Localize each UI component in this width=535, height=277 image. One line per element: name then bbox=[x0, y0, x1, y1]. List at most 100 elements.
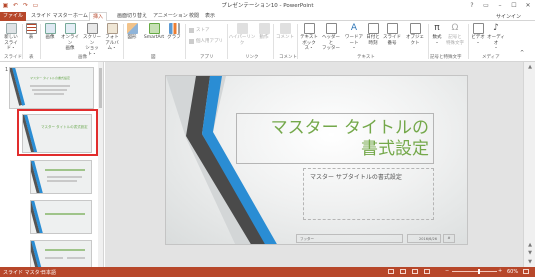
tab-view[interactable]: 表示 bbox=[202, 12, 218, 21]
thumbnail-master[interactable]: マスター タイトルの書式設定 bbox=[9, 67, 94, 109]
scroll-down-arrow-icon[interactable]: ▼ bbox=[526, 259, 534, 265]
chart-icon bbox=[168, 23, 180, 34]
slide-number-icon bbox=[386, 23, 398, 34]
store-button[interactable]: ストア bbox=[189, 27, 210, 33]
thumbnail-layout-3[interactable] bbox=[30, 200, 92, 234]
date-placeholder[interactable]: 2016/6/26 bbox=[407, 234, 441, 243]
picture-icon bbox=[44, 23, 56, 34]
group-label-text: テキスト bbox=[357, 55, 375, 60]
window-controls: ? ▭ – ☐ ✕ bbox=[465, 0, 535, 10]
tab-transitions[interactable]: 画面切り替え bbox=[114, 12, 150, 21]
thumbnail-selection-outline bbox=[17, 109, 98, 156]
master-title-placeholder[interactable]: マスター タイトルの 書式設定 bbox=[236, 113, 434, 164]
zoom-out-button[interactable]: − bbox=[445, 268, 449, 274]
wordart-icon: A bbox=[348, 23, 360, 34]
collapse-ribbon-icon[interactable]: ^ bbox=[520, 50, 524, 57]
maximize-button[interactable]: ☐ bbox=[507, 0, 521, 10]
signin-link[interactable]: サインイン bbox=[496, 13, 521, 20]
my-apps-button[interactable]: 個人用アプリ bbox=[189, 38, 223, 44]
thumbnail-layout-2[interactable] bbox=[30, 160, 92, 194]
zoom-level[interactable]: 60% bbox=[507, 269, 518, 275]
table-button[interactable]: 表 bbox=[25, 23, 37, 41]
slide-number-button[interactable]: スライド番号 bbox=[381, 23, 403, 46]
ribbon: 新しい スライド・ 表 画像 オンライン 画像 スクリーン ショット・ フォト … bbox=[0, 21, 535, 62]
group-label-apps: アプリ bbox=[200, 55, 214, 60]
group-label-images: 画像 bbox=[78, 55, 87, 60]
header-footer-icon bbox=[325, 23, 337, 34]
my-apps-icon bbox=[189, 38, 194, 44]
group-label-tables: 表 bbox=[29, 55, 34, 60]
screenshot-button[interactable]: スクリーン ショット・ bbox=[82, 23, 102, 57]
video-button[interactable]: ビデオ ・ bbox=[471, 23, 485, 46]
ribbon-tabs: ファイル スライド マスター ホーム 挿入 画面切り替え アニメーション 校閲 … bbox=[0, 11, 535, 22]
symbol-button[interactable]: Ω 記号と 特殊文字 bbox=[445, 23, 465, 46]
slide-sorter-icon[interactable] bbox=[400, 269, 406, 274]
slide-canvas[interactable]: マスター タイトルの 書式設定 マスター サブタイトルの書式設定 フッター 20… bbox=[165, 75, 468, 245]
object-icon bbox=[409, 23, 421, 34]
editor-scrollbar[interactable]: ▲ ▲ ▼ ▼ bbox=[523, 62, 535, 267]
photo-album-button[interactable]: フォト アルバム・ bbox=[103, 23, 121, 52]
tab-review[interactable]: 校閲 bbox=[186, 12, 202, 21]
ribbon-display-button[interactable]: ▭ bbox=[479, 0, 493, 10]
zoom-slider-knob[interactable] bbox=[478, 269, 480, 274]
online-image-button[interactable]: オンライン 画像 bbox=[59, 23, 81, 52]
equation-button[interactable]: π 数式 ・ bbox=[430, 23, 444, 46]
store-icon bbox=[189, 27, 194, 33]
smartart-icon bbox=[148, 23, 160, 34]
group-label-comments: コメント bbox=[279, 55, 297, 60]
photo-album-icon bbox=[106, 23, 118, 34]
header-footer-button[interactable]: ヘッダーと フッター bbox=[320, 23, 342, 52]
tab-file[interactable]: ファイル bbox=[0, 12, 27, 21]
zoom-in-button[interactable]: + bbox=[498, 268, 502, 274]
zoom-slider[interactable] bbox=[452, 271, 497, 272]
audio-button[interactable]: ♪ オーディオ ・ bbox=[486, 23, 506, 52]
close-button[interactable]: ✕ bbox=[521, 0, 535, 10]
language-indicator[interactable]: 日本語 bbox=[41, 269, 56, 276]
minimize-button[interactable]: – bbox=[493, 0, 507, 10]
master-title-text[interactable]: マスター タイトルの 書式設定 bbox=[237, 118, 433, 160]
slide-number-placeholder[interactable]: # bbox=[443, 234, 455, 243]
screenshot-icon bbox=[86, 23, 98, 34]
wordart-button[interactable]: A ワードアート ・ bbox=[343, 23, 365, 52]
tab-slide-master[interactable]: スライド マスター bbox=[28, 12, 76, 21]
scroll-prev-slide-icon[interactable]: ▲ bbox=[526, 242, 534, 248]
scroll-next-slide-icon[interactable]: ▼ bbox=[526, 250, 534, 256]
view-indicator: スライド マスター bbox=[3, 270, 45, 276]
comment-button[interactable]: コメント bbox=[276, 23, 294, 41]
fit-slide-icon[interactable] bbox=[523, 269, 529, 274]
thumbnail-number: 1 bbox=[5, 67, 9, 73]
normal-view-icon[interactable] bbox=[388, 269, 394, 274]
object-button[interactable]: オブジェクト bbox=[404, 23, 426, 46]
new-slide-icon bbox=[5, 23, 17, 34]
tab-animations[interactable]: アニメーション bbox=[150, 12, 191, 21]
shapes-button[interactable]: 図形 bbox=[125, 23, 139, 41]
date-time-button[interactable]: 日付と 時刻 bbox=[366, 23, 380, 46]
scrollbar-thumb[interactable] bbox=[99, 68, 102, 108]
calendar-icon bbox=[367, 23, 379, 34]
action-button[interactable]: 動作 bbox=[258, 23, 270, 41]
scroll-up-arrow-icon[interactable]: ▲ bbox=[526, 64, 534, 70]
group-label-symbols: 記号と特殊文字 bbox=[430, 55, 462, 60]
image-button[interactable]: 画像 bbox=[43, 23, 57, 41]
smartart-button[interactable]: SmartArt bbox=[142, 23, 166, 41]
master-subtitle-text[interactable]: マスター サブタイトルの書式設定 bbox=[310, 172, 402, 181]
hyperlink-icon bbox=[236, 23, 248, 34]
textbox-icon bbox=[303, 23, 315, 34]
action-icon bbox=[258, 23, 270, 34]
footer-placeholder[interactable]: フッター bbox=[296, 234, 403, 243]
thumbnail-scrollbar[interactable] bbox=[98, 62, 103, 267]
slideshow-view-icon[interactable] bbox=[424, 269, 430, 274]
speaker-icon: ♪ bbox=[493, 23, 499, 33]
master-subtitle-placeholder[interactable]: マスター サブタイトルの書式設定 bbox=[303, 168, 434, 220]
chart-button[interactable]: グラフ bbox=[167, 23, 181, 41]
reading-view-icon[interactable] bbox=[412, 269, 418, 274]
tab-home[interactable]: ホーム bbox=[70, 12, 91, 21]
new-slide-button[interactable]: 新しい スライド・ bbox=[2, 23, 20, 52]
shapes-icon bbox=[126, 23, 138, 34]
pi-icon: π bbox=[434, 23, 440, 33]
hyperlink-button[interactable]: ハイパーリンク bbox=[228, 23, 256, 46]
textbox-button[interactable]: テキスト ボックス・ bbox=[299, 23, 319, 52]
group-label-links: リンク bbox=[245, 55, 259, 60]
help-button[interactable]: ? bbox=[465, 0, 479, 10]
omega-icon: Ω bbox=[451, 23, 459, 33]
